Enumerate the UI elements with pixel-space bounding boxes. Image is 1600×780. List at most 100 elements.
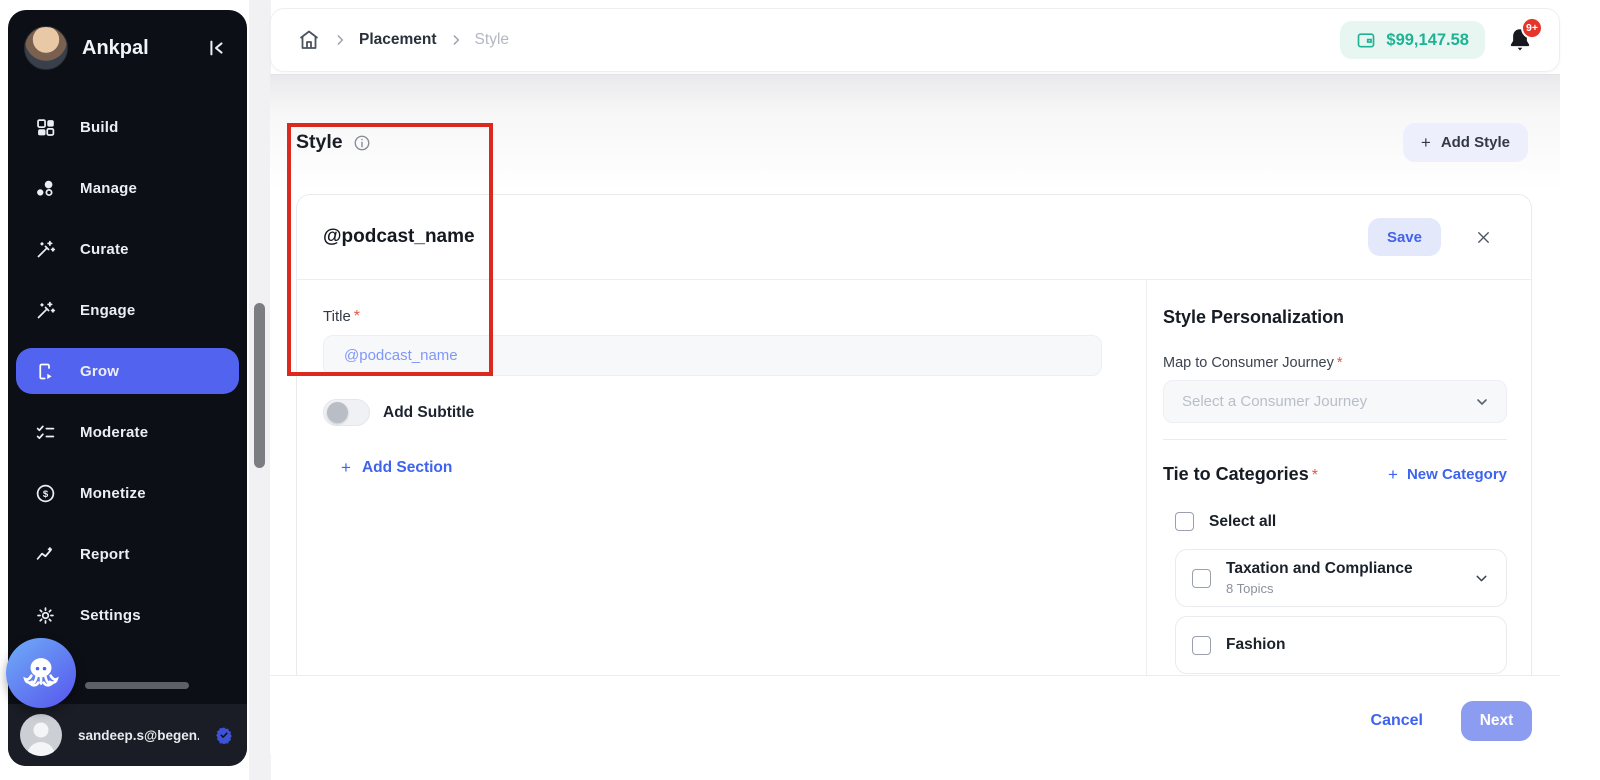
style-card-header: @podcast_name Save: [297, 195, 1531, 280]
collapse-sidebar-icon: [205, 37, 227, 59]
category-checkbox[interactable]: [1192, 636, 1211, 655]
add-subtitle-row: Add Subtitle: [323, 399, 1102, 426]
add-section-button[interactable]: + Add Section: [341, 458, 452, 478]
octopus-icon: [20, 652, 62, 694]
style-editor-card: @podcast_name Save Title*: [296, 194, 1532, 676]
required-mark: *: [1312, 467, 1318, 484]
plus-icon: +: [1388, 465, 1398, 485]
save-button[interactable]: Save: [1368, 218, 1441, 256]
gear-icon: [34, 604, 56, 626]
wizard-footer: Cancel Next: [270, 675, 1560, 766]
add-subtitle-label: Add Subtitle: [383, 404, 474, 422]
chevron-down-icon: [1474, 394, 1490, 410]
trend-chart-icon: [34, 543, 56, 565]
add-subtitle-toggle[interactable]: [323, 399, 370, 426]
divider: [1163, 439, 1507, 440]
close-button[interactable]: [1471, 225, 1495, 249]
sidebar-item-manage[interactable]: Manage: [16, 165, 239, 211]
manage-icon: [34, 177, 56, 199]
sidebar-item-label: Grow: [80, 363, 119, 380]
build-icon: [34, 116, 56, 138]
consumer-journey-placeholder: Select a Consumer Journey: [1182, 393, 1367, 410]
checklist-icon: [34, 421, 56, 443]
category-name: Taxation and Compliance: [1226, 560, 1458, 578]
sidebar-item-engage[interactable]: Engage: [16, 287, 239, 333]
categories-header-row: Tie to Categories* + New Category: [1163, 464, 1507, 485]
app-window: Ankpal Build Manage: [0, 0, 1600, 780]
main-content-panel: Style + Add Style @podcast_name Save: [270, 74, 1560, 766]
sidebar-collapse-button[interactable]: [203, 35, 229, 61]
dollar-circle-icon: $: [34, 482, 56, 504]
page-scrollbar-thumb[interactable]: [254, 303, 265, 468]
sidebar-item-settings[interactable]: Settings: [16, 592, 239, 638]
style-name: @podcast_name: [323, 226, 475, 248]
page-title: Style: [296, 131, 343, 154]
notification-count-badge: 9+: [1521, 17, 1543, 39]
wallet-balance-badge[interactable]: $99,147.58: [1340, 21, 1485, 59]
page-header-row: Style + Add Style: [270, 75, 1560, 162]
required-mark: *: [1337, 355, 1343, 371]
category-name: Fashion: [1226, 636, 1490, 654]
new-category-label: New Category: [1407, 466, 1507, 483]
category-card-taxation[interactable]: Taxation and Compliance 8 Topics: [1175, 549, 1507, 607]
magic-wand-icon: [34, 238, 56, 260]
categories-heading: Tie to Categories: [1163, 464, 1309, 484]
journey-label: Map to Consumer Journey: [1163, 355, 1334, 371]
category-card-fashion[interactable]: Fashion: [1175, 616, 1507, 674]
add-style-label: Add Style: [1441, 134, 1510, 151]
support-chat-button[interactable]: [6, 638, 76, 708]
sidebar-nav: Build Manage Curate Engage: [8, 104, 247, 638]
title-input[interactable]: [323, 335, 1102, 376]
wallet-icon: [1356, 30, 1376, 50]
user-email[interactable]: sandeep.s@begen...: [78, 728, 199, 743]
select-all-label: Select all: [1209, 513, 1276, 531]
workspace-avatar[interactable]: [24, 26, 68, 70]
verified-badge-icon: [215, 726, 233, 744]
sidebar-item-monetize[interactable]: $ Monetize: [16, 470, 239, 516]
category-checkbox[interactable]: [1192, 569, 1211, 588]
breadcrumb-placement[interactable]: Placement: [359, 31, 437, 49]
style-personalization-panel: Style Personalization Map to Consumer Jo…: [1146, 280, 1531, 676]
sidebar-item-report[interactable]: Report: [16, 531, 239, 577]
sidebar-horizontal-scrollbar-thumb[interactable]: [85, 682, 189, 689]
sidebar-item-label: Monetize: [80, 485, 146, 502]
add-style-button[interactable]: + Add Style: [1403, 123, 1528, 162]
sidebar-item-label: Build: [80, 119, 119, 136]
chevron-down-icon[interactable]: [1473, 570, 1490, 587]
sidebar-item-moderate[interactable]: Moderate: [16, 409, 239, 455]
title-label: Title: [323, 308, 351, 325]
plus-icon: +: [341, 458, 351, 478]
sidebar-item-label: Settings: [80, 607, 141, 624]
next-button[interactable]: Next: [1461, 701, 1532, 741]
sidebar-item-build[interactable]: Build: [16, 104, 239, 150]
sidebar-item-label: Engage: [80, 302, 135, 319]
style-card-body: Title* Add Subtitle + Add Section: [297, 280, 1531, 676]
cancel-button[interactable]: Cancel: [1371, 712, 1423, 730]
personalization-heading: Style Personalization: [1163, 307, 1507, 328]
sidebar-item-label: Curate: [80, 241, 129, 258]
required-mark: *: [354, 308, 360, 325]
sidebar-item-label: Manage: [80, 180, 137, 197]
workspace-name: Ankpal: [82, 37, 189, 60]
user-avatar[interactable]: [20, 714, 62, 756]
consumer-journey-select[interactable]: Select a Consumer Journey: [1163, 380, 1507, 423]
select-all-checkbox[interactable]: [1175, 512, 1194, 531]
grow-icon: [34, 360, 56, 382]
chevron-right-icon: [333, 33, 347, 47]
home-icon[interactable]: [297, 28, 321, 52]
magic-wand-icon: [34, 299, 56, 321]
select-all-row: Select all: [1175, 512, 1507, 531]
sidebar-item-grow[interactable]: Grow: [16, 348, 239, 394]
sidebar-user-footer: sandeep.s@begen...: [8, 704, 247, 766]
sidebar-item-curate[interactable]: Curate: [16, 226, 239, 272]
style-form: Title* Add Subtitle + Add Section: [297, 280, 1146, 676]
sidebar-item-label: Report: [80, 546, 130, 563]
page-scrollbar-track: [249, 0, 271, 780]
new-category-button[interactable]: + New Category: [1388, 465, 1507, 485]
workspace-header: Ankpal: [8, 10, 247, 70]
breadcrumb-style: Style: [475, 31, 509, 49]
add-section-label: Add Section: [362, 459, 452, 477]
info-icon[interactable]: [353, 134, 371, 152]
notifications-button[interactable]: 9+: [1503, 21, 1537, 59]
close-icon: [1474, 228, 1493, 247]
